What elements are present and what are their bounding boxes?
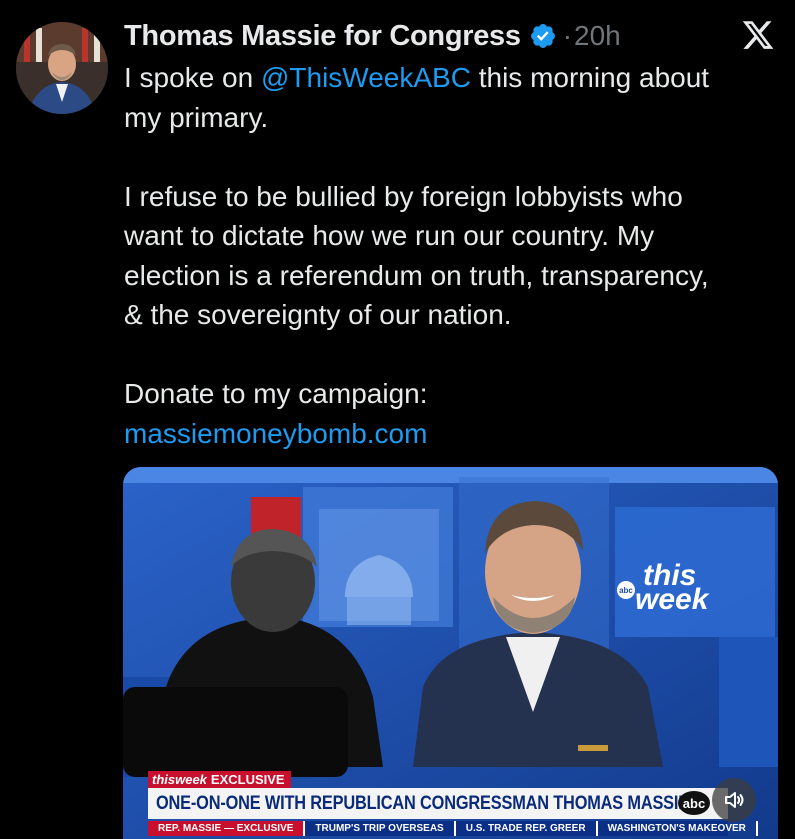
tweet-text-start: I spoke on <box>124 62 261 93</box>
tweet-body: I spoke on @ThisWeekABC this morning abo… <box>124 58 784 453</box>
ticker-item: REP. MASSIE — EXCLUSIVE <box>148 821 306 836</box>
video-logo-badge: abc <box>619 586 633 595</box>
author-name[interactable]: Thomas Massie for Congress <box>124 20 521 53</box>
video-logo-week: week <box>635 583 710 616</box>
mention-link[interactable]: @ThisWeekABC <box>261 62 471 93</box>
tweet-header: Thomas Massie for Congress · 20h <box>124 16 775 56</box>
chyron-headline: ONE-ON-ONE WITH REPUBLICAN CONGRESSMAN T… <box>156 792 690 814</box>
chyron-brand: thisweek <box>152 772 207 787</box>
chyron: thisweek EXCLUSIVE ONE-ON-ONE WITH REPUB… <box>123 767 778 839</box>
speaker-icon <box>725 792 744 808</box>
chyron-headline-bar: ONE-ON-ONE WITH REPUBLICAN CONGRESSMAN T… <box>148 788 728 819</box>
timestamp[interactable]: 20h <box>574 20 621 52</box>
chyron-tag: thisweek EXCLUSIVE <box>148 771 291 788</box>
ticker-item: WASHINGTON'S MAKEOVER <box>598 821 758 836</box>
tweet-text-body: this morning about my primary. I refuse … <box>124 62 710 409</box>
ticker-item: TRUMP'S TRIP OVERSEAS <box>305 821 456 836</box>
mute-toggle-button[interactable] <box>712 778 756 822</box>
verified-badge-icon <box>530 24 555 48</box>
abc-logo: abc <box>678 791 710 815</box>
separator-dot: · <box>562 20 573 51</box>
avatar[interactable] <box>16 22 108 114</box>
news-ticker: REP. MASSIE — EXCLUSIVE TRUMP'S TRIP OVE… <box>148 821 758 836</box>
ticker-item: U.S. TRADE REP. GREER <box>456 821 598 836</box>
donate-link[interactable]: massiemoneybomb.com <box>124 418 427 449</box>
video-player[interactable]: abc this week thisweek EXCLUSIVE ONE-ON-… <box>123 467 778 839</box>
chyron-exclusive: EXCLUSIVE <box>210 772 285 787</box>
avatar-image <box>16 22 108 114</box>
x-logo-icon <box>742 21 774 49</box>
